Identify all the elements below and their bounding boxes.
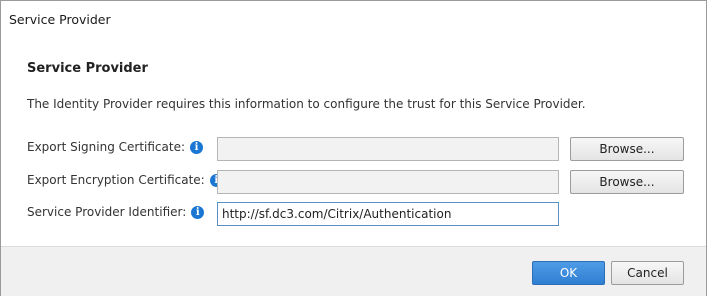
cancel-button[interactable]: Cancel [611,261,684,285]
export-encryption-certificate-label: Export Encryption Certificate:i [27,173,223,187]
dialog-titlebar: Service Provider [1,1,706,37]
info-icon[interactable]: i [191,206,205,219]
export-encryption-certificate-label-text: Export Encryption Certificate: [27,173,205,187]
export-encryption-certificate-input[interactable] [217,170,559,194]
service-provider-identifier-label-text: Service Provider Identifier: [27,205,187,219]
service-provider-identifier-label: Service Provider Identifier: i [27,205,205,219]
browse-signing-certificate-button[interactable]: Browse... [570,137,684,161]
dialog-footer: OK Cancel [1,246,706,296]
export-signing-certificate-label-text: Export Signing Certificate: [27,140,186,154]
info-icon[interactable]: i [190,141,204,154]
section-description: The Identity Provider requires this info… [27,97,586,111]
section-heading: Service Provider [27,61,148,76]
export-signing-certificate-input[interactable] [217,137,559,161]
service-provider-dialog: Service Provider Service Provider The Id… [0,0,707,296]
dialog-title: Service Provider [9,12,111,27]
browse-encryption-certificate-button[interactable]: Browse... [570,170,684,194]
export-signing-certificate-label: Export Signing Certificate: i [27,140,204,154]
service-provider-identifier-input[interactable] [217,202,559,226]
ok-button[interactable]: OK [532,261,605,285]
dialog-content: Service Provider The Identity Provider r… [1,37,706,246]
